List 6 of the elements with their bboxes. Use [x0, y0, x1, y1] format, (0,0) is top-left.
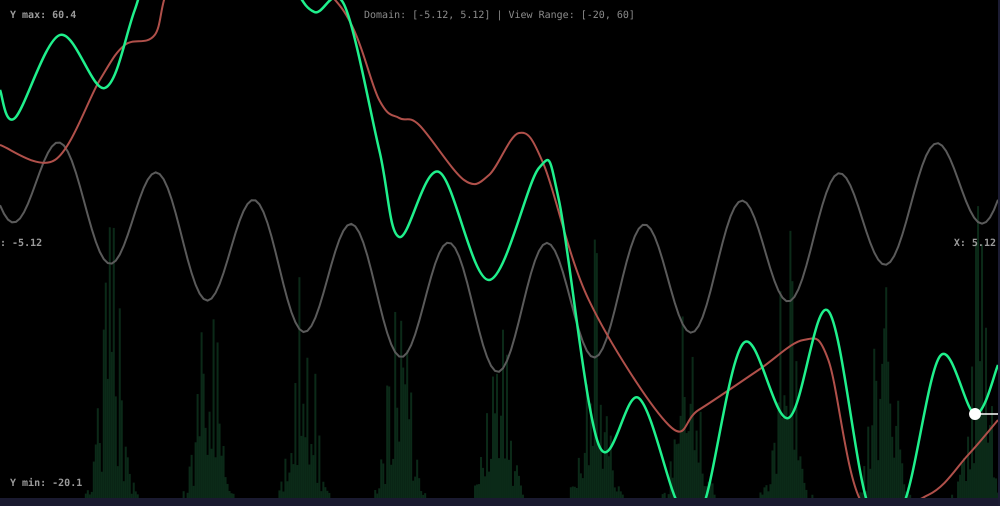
- domain-label: Domain: [-5.12, 5.12] | View Range: [-20, 60]: [364, 10, 635, 21]
- y-min-label: Y min: -20.1: [10, 478, 82, 489]
- x-min-label: : -5.12: [0, 238, 42, 249]
- x-max-label: X: 5.12: [954, 238, 996, 249]
- cursor-dot[interactable]: [969, 408, 982, 420]
- y-max-label: Y max: 60.4: [10, 10, 76, 21]
